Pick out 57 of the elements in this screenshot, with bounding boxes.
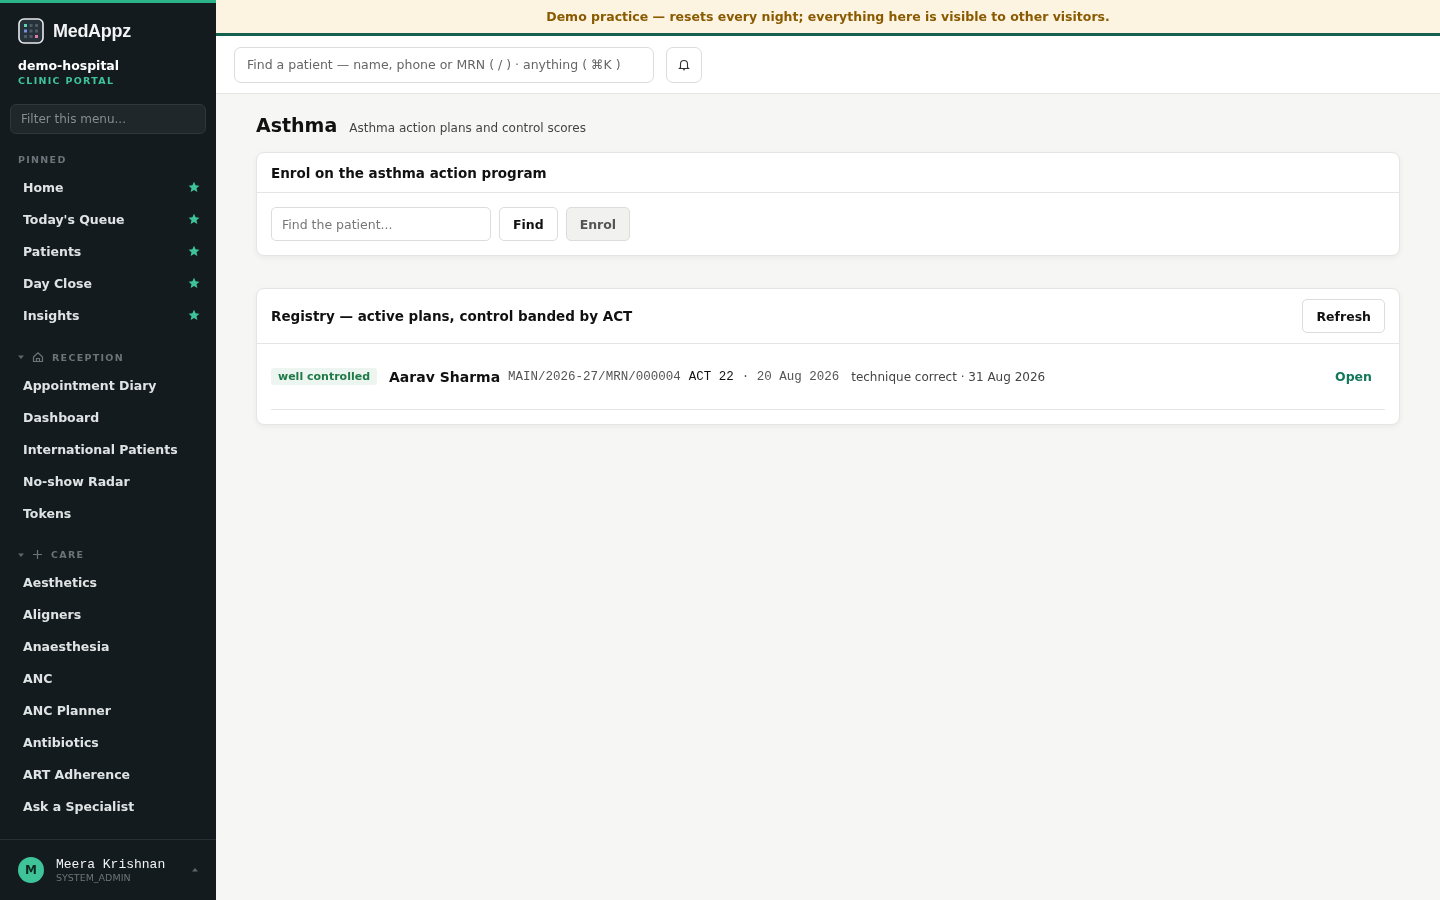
nav-link[interactable]: Antibiotics: [23, 734, 99, 750]
logo-icon: [18, 18, 44, 44]
card-title: Registry — active plans, control banded by ACT: [271, 308, 633, 324]
nav-link[interactable]: ART Adherence: [23, 766, 131, 782]
nav-link[interactable]: No-show Radar: [23, 473, 130, 489]
find-button[interactable]: Find: [499, 207, 558, 241]
nav-link[interactable]: Aesthetics: [23, 574, 98, 590]
portal-label: CLINIC PORTAL: [17, 74, 116, 86]
star-icon[interactable]: [188, 213, 200, 225]
page-title: Asthma: [256, 114, 338, 136]
nav-link[interactable]: Insights: [23, 307, 80, 323]
house-icon: [32, 351, 44, 363]
filter-field[interactable]: Filter this menu...: [10, 104, 206, 134]
nav-link[interactable]: Dashboard: [23, 409, 100, 425]
card-title: Enrol on the asthma action program: [271, 164, 547, 181]
nav-link[interactable]: Ask a Specialist: [23, 798, 135, 814]
bell-icon: [678, 58, 690, 71]
user-role: SYSTEM_ADMIN: [56, 872, 132, 883]
refresh-button[interactable]: Refresh: [1302, 299, 1385, 333]
nav-link[interactable]: Aligners: [23, 606, 82, 622]
demo-banner: Demo practice — resets every night; everything here is visible to other visitors.: [216, 0, 1440, 36]
notifications-button[interactable]: [666, 46, 702, 83]
nav-link[interactable]: ANC: [23, 670, 53, 686]
caret-icon[interactable]: [18, 354, 24, 360]
open-link[interactable]: Open: [1335, 369, 1385, 384]
star-icon[interactable]: [188, 245, 200, 257]
brand-name: MedAppz: [53, 20, 131, 42]
caret-icon[interactable]: [192, 867, 198, 873]
user-name: Meera Krishnan: [56, 857, 167, 872]
caret-icon[interactable]: [18, 551, 24, 558]
nav-link[interactable]: International Patients: [23, 441, 178, 457]
section-title: CARE: [51, 549, 85, 560]
status-tag: well controlled: [271, 368, 378, 385]
patient-name: Aarav Sharma: [389, 368, 501, 385]
avatar: M: [18, 857, 44, 883]
search-field[interactable]: Find a patient — name, phone or MRN ( / ) · anything ( ⌘K ): [234, 46, 654, 83]
page-subtitle: Asthma action plans and control scores: [349, 121, 586, 135]
nav-link[interactable]: Today's Queue: [23, 211, 125, 227]
star-icon[interactable]: [188, 181, 200, 193]
nav-link[interactable]: Appointment Diary: [23, 377, 157, 393]
nav-link[interactable]: Patients: [23, 243, 82, 259]
nav-link[interactable]: Day Close: [23, 275, 92, 291]
section-title: PINNED: [18, 154, 67, 165]
patient-field[interactable]: Find the patient...: [271, 207, 491, 241]
star-icon[interactable]: [188, 277, 200, 289]
nav-link[interactable]: Anaesthesia: [23, 638, 110, 654]
plus-icon: [32, 549, 43, 560]
act-score: ACT 22: [688, 369, 734, 384]
mrn-text: MAIN/2026-27/MRN/000004: [508, 369, 681, 384]
nav-link[interactable]: Tokens: [23, 505, 72, 521]
nav-link[interactable]: Home: [23, 179, 64, 195]
star-icon[interactable]: [188, 309, 200, 321]
nav-link[interactable]: ANC Planner: [23, 702, 111, 718]
technique-text: technique correct · 31 Aug 2026: [851, 369, 1046, 384]
org-name: demo-hospital: [17, 57, 121, 73]
act-date: · 20 Aug 2026: [741, 369, 840, 384]
section-title: RECEPTION: [52, 351, 124, 363]
